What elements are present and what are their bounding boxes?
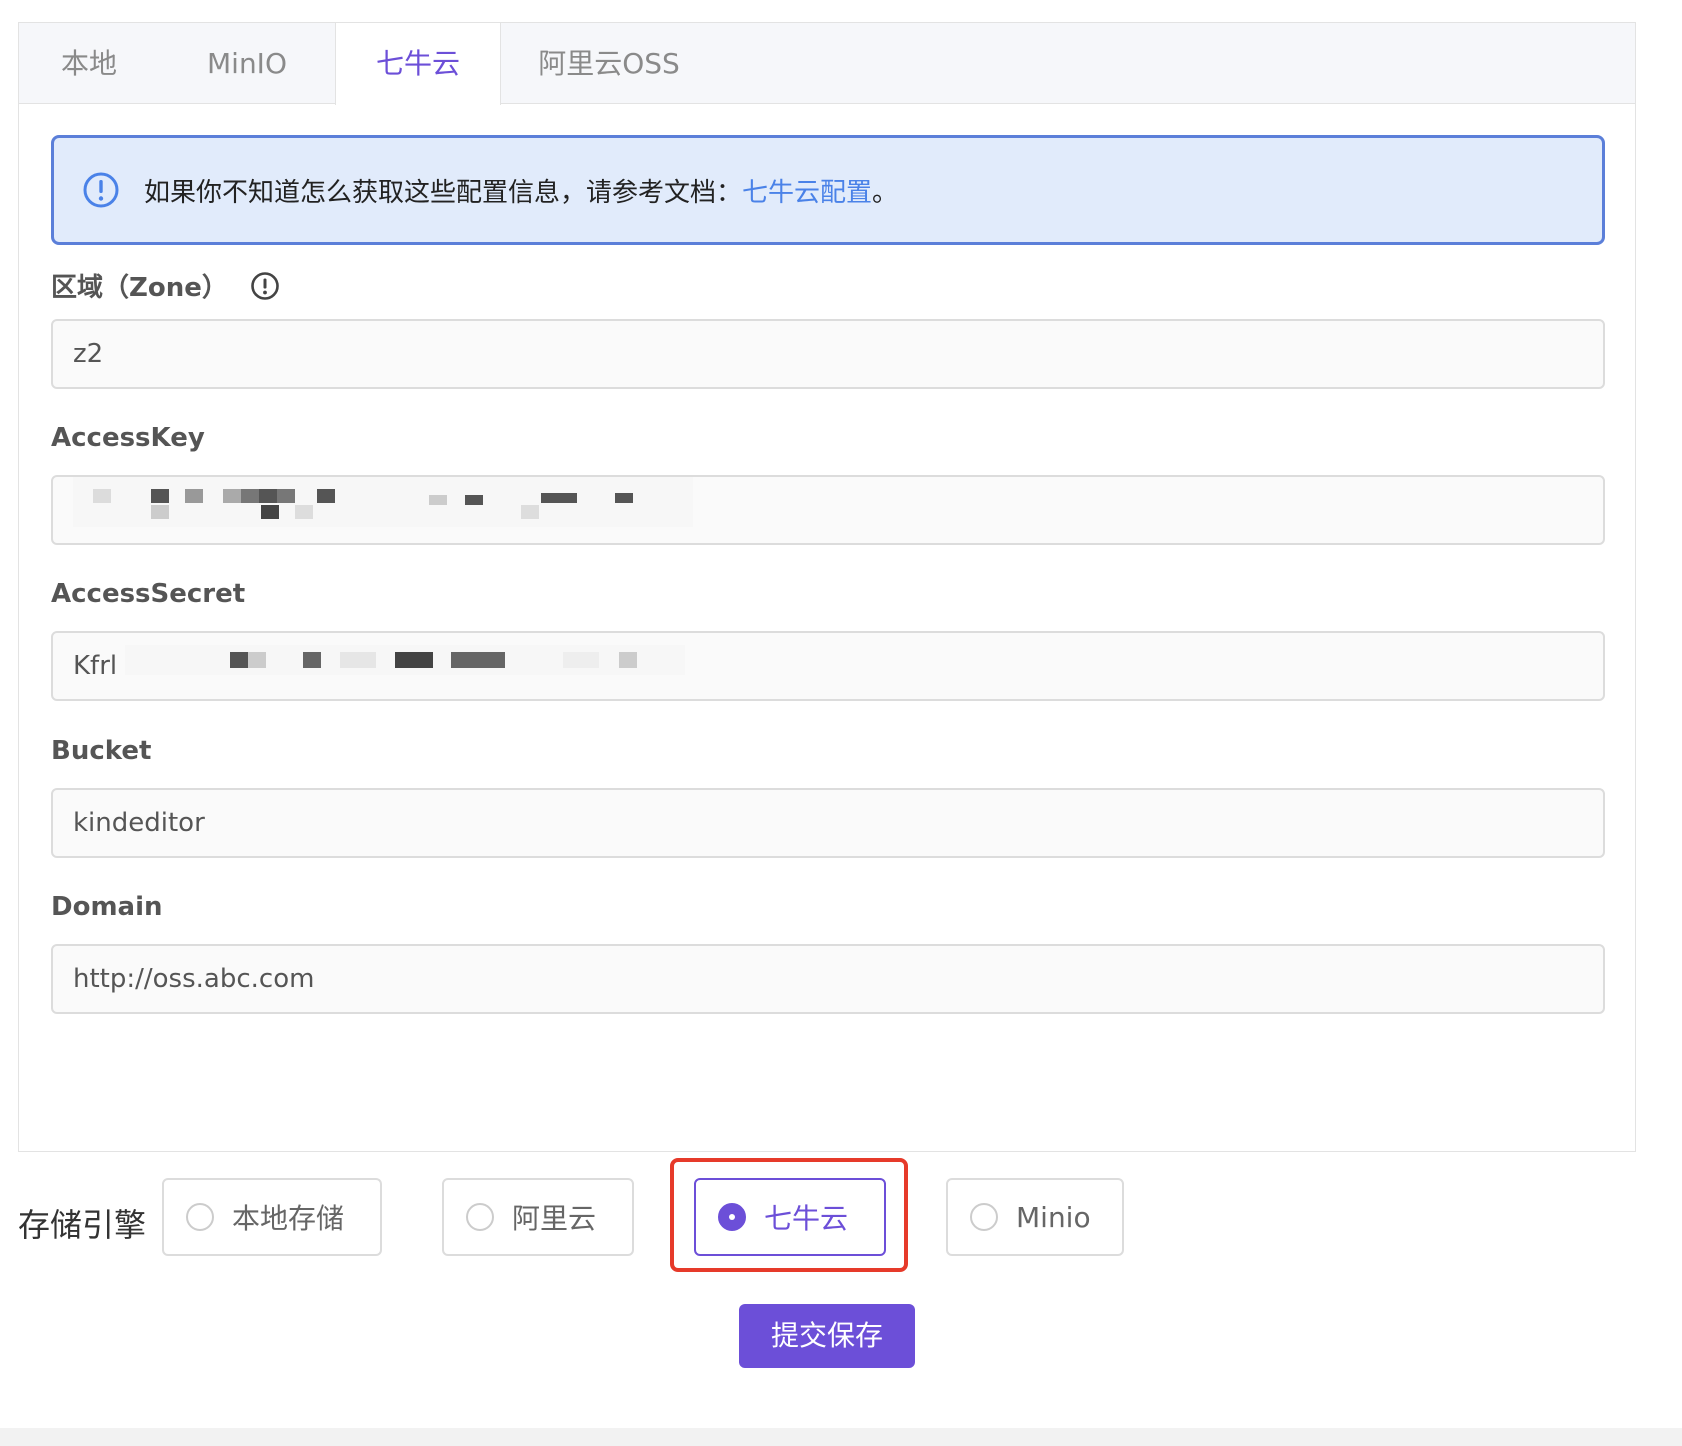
radio-circle-icon bbox=[970, 1203, 998, 1231]
bucket-label: Bucket bbox=[51, 736, 152, 766]
annotation-highlight-box bbox=[670, 1158, 908, 1272]
tab-local[interactable]: 本地 bbox=[19, 23, 159, 104]
access-secret-label: AccessSecret bbox=[51, 579, 246, 609]
redacted-mosaic bbox=[125, 634, 686, 700]
page-bottom-bar bbox=[0, 1428, 1682, 1446]
exclamation-circle-icon[interactable] bbox=[250, 271, 280, 301]
bucket-input-value: kindeditor bbox=[73, 808, 205, 838]
zone-input[interactable]: z2 bbox=[51, 319, 1605, 389]
domain-input-value: http://oss.abc.com bbox=[73, 964, 315, 994]
alert-message: 如果你不知道怎么获取这些配置信息，请参考文档： bbox=[144, 177, 743, 208]
radio-label: 阿里云 bbox=[512, 1202, 597, 1235]
submit-save-button[interactable]: 提交保存 bbox=[739, 1304, 915, 1368]
zone-input-value: z2 bbox=[73, 339, 104, 369]
tab-minio[interactable]: MinIO bbox=[159, 23, 335, 104]
info-alert: 如果你不知道怎么获取这些配置信息，请参考文档： 七牛云配置 。 bbox=[51, 135, 1605, 245]
access-secret-input-value: Kfrl bbox=[73, 651, 118, 681]
alert-tail: 。 bbox=[872, 177, 899, 208]
zone-label-text: 区域（Zone） bbox=[51, 273, 228, 303]
domain-label: Domain bbox=[51, 892, 163, 922]
radio-circle-icon bbox=[186, 1203, 214, 1231]
access-key-input[interactable] bbox=[51, 475, 1605, 545]
radio-label: Minio bbox=[1016, 1200, 1091, 1234]
storage-tabs: 本地 MinIO 七牛云 阿里云OSS bbox=[19, 23, 1635, 105]
info-circle-icon bbox=[83, 172, 119, 208]
radio-local-storage[interactable]: 本地存储 bbox=[162, 1178, 382, 1256]
radio-circle-icon bbox=[466, 1203, 494, 1231]
storage-engine-label: 存储引擎 bbox=[18, 1206, 147, 1244]
access-secret-input[interactable]: Kfrl bbox=[51, 631, 1605, 701]
bucket-input[interactable]: kindeditor bbox=[51, 788, 1605, 858]
access-key-label: AccessKey bbox=[51, 423, 205, 453]
radio-aliyun[interactable]: 阿里云 bbox=[442, 1178, 634, 1256]
zone-label: 区域（Zone） bbox=[51, 267, 280, 304]
storage-config-panel: 本地 MinIO 七牛云 阿里云OSS 如果你不知道怎么获取这些配置信息，请参考… bbox=[18, 22, 1636, 1152]
tab-qiniu[interactable]: 七牛云 bbox=[335, 23, 501, 105]
tab-aliyun-oss[interactable]: 阿里云OSS bbox=[501, 23, 717, 104]
qiniu-config-link[interactable]: 七牛云配置 bbox=[742, 172, 872, 209]
radio-label: 本地存储 bbox=[232, 1202, 345, 1235]
domain-input[interactable]: http://oss.abc.com bbox=[51, 944, 1605, 1014]
redacted-mosaic bbox=[73, 477, 693, 543]
radio-minio[interactable]: Minio bbox=[946, 1178, 1124, 1256]
